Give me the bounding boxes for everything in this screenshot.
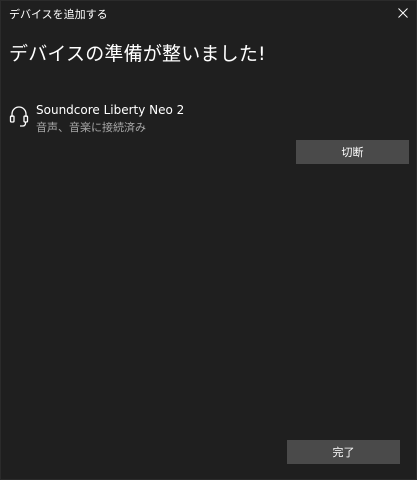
add-device-window: デバイスを追加する デバイスの準備が整いました! Soundcore Liber… (0, 0, 417, 480)
device-status: 音声、音楽に接続済み (36, 121, 146, 134)
window-title: デバイスを追加する (9, 8, 108, 21)
headset-icon (9, 106, 29, 127)
disconnect-button[interactable]: 切断 (296, 140, 409, 164)
page-heading: デバイスの準備が整いました! (9, 43, 266, 65)
title-bar: デバイスを追加する (1, 1, 417, 25)
close-button[interactable] (388, 1, 417, 25)
close-icon (398, 8, 408, 18)
device-name: Soundcore Liberty Neo 2 (36, 103, 185, 117)
done-button[interactable]: 完了 (287, 440, 400, 464)
device-item: Soundcore Liberty Neo 2 音声、音楽に接続済み (9, 103, 389, 137)
